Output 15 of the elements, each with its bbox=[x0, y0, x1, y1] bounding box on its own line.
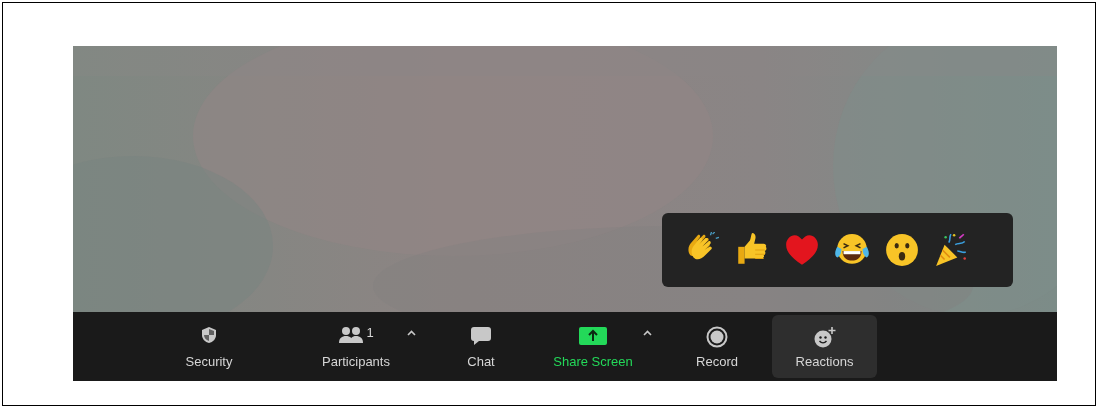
toolbar-button[interactable]: Chat bbox=[451, 315, 511, 378]
smiley-plus-icon bbox=[812, 325, 837, 348]
participant-count: 1 bbox=[366, 325, 374, 339]
toolbar-button[interactable]: Reactions bbox=[772, 315, 877, 378]
caret-up-icon[interactable] bbox=[642, 330, 652, 336]
record-circle-icon bbox=[706, 325, 728, 348]
toolbar-button[interactable]: Security bbox=[169, 315, 249, 378]
toolbar-button[interactable]: Record bbox=[687, 315, 747, 378]
toolbar-button[interactable]: Share Screen bbox=[549, 315, 637, 378]
speech-bubble-icon bbox=[470, 325, 492, 346]
caret-up-icon[interactable] bbox=[406, 330, 416, 336]
surprised-face-icon[interactable] bbox=[884, 232, 920, 268]
toolbar-button[interactable]: 1 Participants bbox=[311, 315, 401, 378]
shield-icon bbox=[201, 325, 217, 344]
people-icon bbox=[338, 325, 365, 344]
